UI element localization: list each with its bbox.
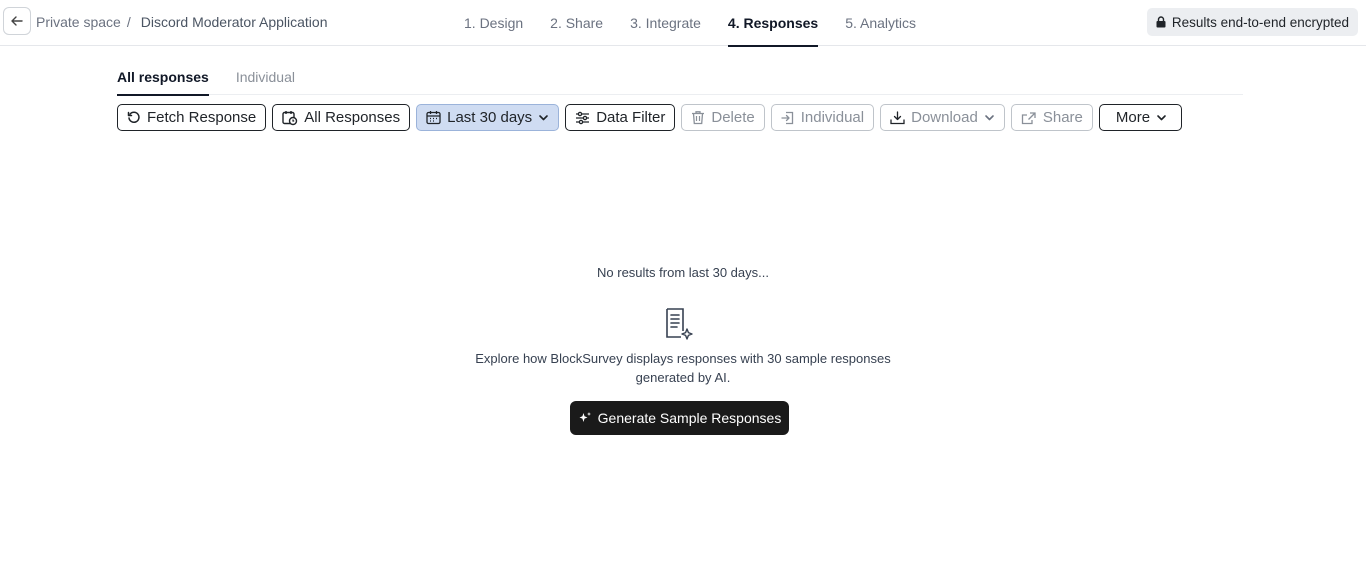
top-bar: Private space / Discord Moderator Applic… <box>0 0 1366 47</box>
step-responses[interactable]: 4. Responses <box>727 0 819 47</box>
breadcrumb-parent[interactable]: Private space <box>36 14 121 30</box>
step-analytics[interactable]: 5. Analytics <box>845 0 916 46</box>
encryption-badge: Results end-to-end encrypted <box>1146 8 1358 36</box>
sparkle-icon <box>579 412 591 422</box>
chevron-down-icon <box>985 115 994 121</box>
fetch-response-label: Fetch Response <box>147 109 257 126</box>
generate-sample-responses-button[interactable]: Generate Sample Responses <box>570 401 789 435</box>
chevron-down-icon <box>1157 115 1166 121</box>
download-label: Download <box>911 109 978 126</box>
chevron-down-icon <box>539 115 548 121</box>
fetch-response-button[interactable]: Fetch Response <box>117 104 267 131</box>
date-range-dropdown[interactable]: Last 30 days <box>416 104 560 131</box>
breadcrumb-separator: / <box>126 14 131 30</box>
breadcrumb-current: Discord Moderator Application <box>140 14 328 30</box>
delete-button[interactable]: Delete <box>681 104 765 131</box>
trash-icon <box>692 111 705 125</box>
step-share[interactable]: 2. Share <box>550 0 603 46</box>
date-range-label: Last 30 days <box>447 109 533 126</box>
lock-icon <box>1156 16 1166 28</box>
empty-state-description: Explore how BlockSurvey displays respons… <box>0 349 1366 387</box>
all-responses-button[interactable]: All Responses <box>272 104 411 131</box>
tab-individual[interactable]: Individual <box>236 60 295 95</box>
individual-button[interactable]: Individual <box>770 104 875 131</box>
empty-state-desc-line1: Explore how BlockSurvey displays respons… <box>475 351 891 366</box>
tab-all-responses[interactable]: All responses <box>117 60 209 96</box>
all-responses-label: All Responses <box>304 109 401 126</box>
step-design[interactable]: 1. Design <box>464 0 523 46</box>
download-icon <box>890 110 905 124</box>
step-nav: 1. Design 2. Share 3. Integrate 4. Respo… <box>464 0 943 47</box>
generate-sample-label: Generate Sample Responses <box>597 410 782 426</box>
breadcrumb: Private space / Discord Moderator Applic… <box>36 14 327 30</box>
share-button[interactable]: Share <box>1010 104 1093 131</box>
individual-label: Individual <box>800 109 865 126</box>
calendar-icon <box>426 111 441 125</box>
encryption-label: Results end-to-end encrypted <box>1171 14 1349 30</box>
back-button[interactable] <box>3 7 31 35</box>
responses-toolbar: Fetch Response All Responses Last 30 day… <box>117 104 1183 131</box>
arrow-left-icon <box>11 16 23 26</box>
step-integrate[interactable]: 3. Integrate <box>630 0 701 46</box>
document-sparkle-icon <box>666 308 693 340</box>
empty-state-desc-line2: generated by AI. <box>635 370 731 385</box>
data-filter-label: Data Filter <box>596 109 666 126</box>
responses-tabs: All responses Individual <box>117 60 1243 96</box>
delete-label: Delete <box>711 109 755 126</box>
refresh-icon <box>127 111 140 123</box>
sign-in-icon <box>781 111 793 124</box>
share-label: Share <box>1042 109 1083 126</box>
more-dropdown[interactable]: More <box>1098 104 1183 131</box>
empty-state-title: No results from last 30 days... <box>597 265 769 280</box>
more-label: More <box>1115 109 1151 126</box>
download-dropdown[interactable]: Download <box>880 104 1005 131</box>
calendar-clock-icon <box>282 110 298 125</box>
data-filter-button[interactable]: Data Filter <box>565 104 676 131</box>
share-icon <box>1021 111 1036 124</box>
sliders-icon <box>576 111 590 124</box>
